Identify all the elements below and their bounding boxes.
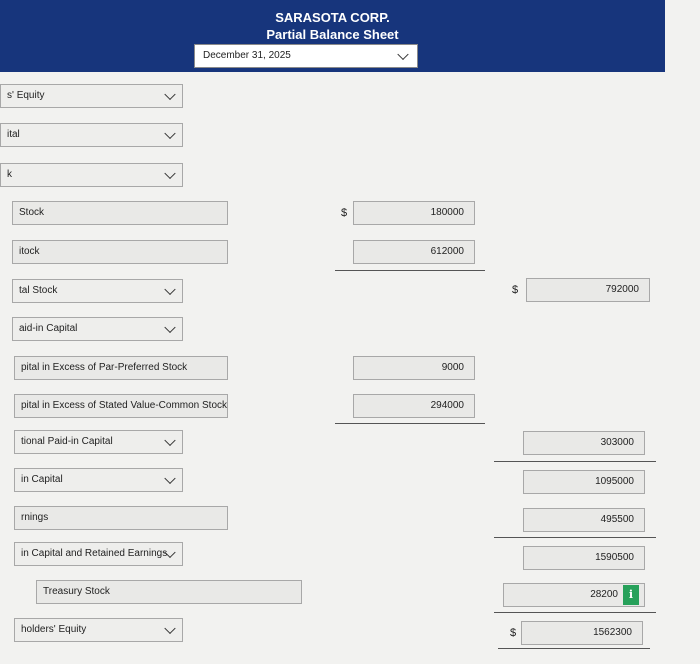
info-icon[interactable]: i [623, 585, 639, 605]
account-field-excess-common[interactable]: pital in Excess of Stated Value-Common S… [14, 394, 228, 418]
chevron-down-icon [164, 167, 176, 180]
total-double-rule-top [498, 648, 650, 649]
account-select-stockholders-equity[interactable]: s' Equity [0, 84, 183, 108]
account-field-label: itock [19, 246, 40, 257]
dollar-sign: $ [341, 207, 348, 219]
statement-title: Partial Balance Sheet [266, 27, 399, 42]
account-select-total-paid-in-capital[interactable]: in Capital [14, 468, 183, 492]
account-select-label: k [7, 169, 12, 180]
date-dropdown-value: December 31, 2025 [203, 50, 291, 61]
account-field-excess-preferred[interactable]: pital in Excess of Par-Preferred Stock [14, 356, 228, 380]
subtotal-rule [494, 537, 656, 538]
account-field-label: Stock [19, 207, 45, 218]
account-select-total-capital-stock[interactable]: tal Stock [12, 279, 183, 303]
amount-input-preferred-stock[interactable]: 180000 [353, 201, 475, 225]
dollar-sign: $ [512, 284, 519, 296]
amount-input-total-stockholders-equity[interactable]: 1562300 [521, 621, 643, 645]
account-field-treasury-stock[interactable]: Treasury Stock [36, 580, 302, 604]
amount-input-total-capital-stock[interactable]: 792000 [526, 278, 650, 302]
chevron-down-icon [164, 321, 176, 334]
subtotal-rule [335, 270, 485, 271]
subtotal-rule [335, 423, 485, 424]
amount-input-excess-common[interactable]: 294000 [353, 394, 475, 418]
amount-input-common-stock[interactable]: 612000 [353, 240, 475, 264]
chevron-down-icon [164, 88, 176, 101]
chevron-down-icon [164, 283, 176, 296]
account-field-label: pital in Excess of Stated Value-Common S… [21, 400, 228, 411]
date-dropdown[interactable]: December 31, 2025 [194, 44, 418, 68]
account-select-capital[interactable]: ital [0, 123, 183, 147]
account-select-label: in Capital and Retained Earnings [21, 548, 168, 559]
account-select-total-additional-paid-in[interactable]: tional Paid-in Capital [14, 430, 183, 454]
chevron-down-icon [164, 434, 176, 447]
account-field-label: Treasury Stock [43, 586, 110, 597]
account-field-common-stock[interactable]: itock [12, 240, 228, 264]
account-field-retained-earnings[interactable]: rnings [14, 506, 228, 530]
account-field-label: pital in Excess of Par-Preferred Stock [21, 362, 188, 373]
chevron-down-icon [164, 472, 176, 485]
account-select-capital-stock[interactable]: k [0, 163, 183, 187]
account-select-total-stockholders-equity[interactable]: holders' Equity [14, 618, 183, 642]
account-select-label: tal Stock [19, 285, 58, 296]
amount-input-paid-in-and-retained[interactable]: 1590500 [523, 546, 645, 570]
chevron-down-icon [397, 48, 409, 61]
chevron-down-icon [164, 127, 176, 140]
amount-input-total-paid-in-capital[interactable]: 1095000 [523, 470, 645, 494]
subtotal-rule [494, 461, 656, 462]
dollar-sign: $ [510, 627, 517, 639]
account-select-label: in Capital [21, 474, 63, 485]
amount-input-excess-preferred[interactable]: 9000 [353, 356, 475, 380]
company-name: SARASOTA CORP. [275, 10, 390, 25]
header-bar: SARASOTA CORP. Partial Balance Sheet Dec… [0, 0, 665, 72]
chevron-down-icon [164, 622, 176, 635]
account-select-additional-paid-in[interactable]: aid-in Capital [12, 317, 183, 341]
account-select-label: s' Equity [7, 90, 45, 101]
account-select-label: tional Paid-in Capital [21, 436, 113, 447]
subtotal-rule [494, 612, 656, 613]
amount-input-total-additional-paid-in[interactable]: 303000 [523, 431, 645, 455]
account-field-label: rnings [21, 512, 49, 523]
account-select-label: aid-in Capital [19, 323, 78, 334]
account-select-label: holders' Equity [21, 624, 87, 635]
account-field-preferred-stock[interactable]: Stock [12, 201, 228, 225]
account-select-paid-in-and-retained[interactable]: in Capital and Retained Earnings [14, 542, 183, 566]
amount-input-retained-earnings[interactable]: 495500 [523, 508, 645, 532]
account-select-label: ital [7, 129, 20, 140]
